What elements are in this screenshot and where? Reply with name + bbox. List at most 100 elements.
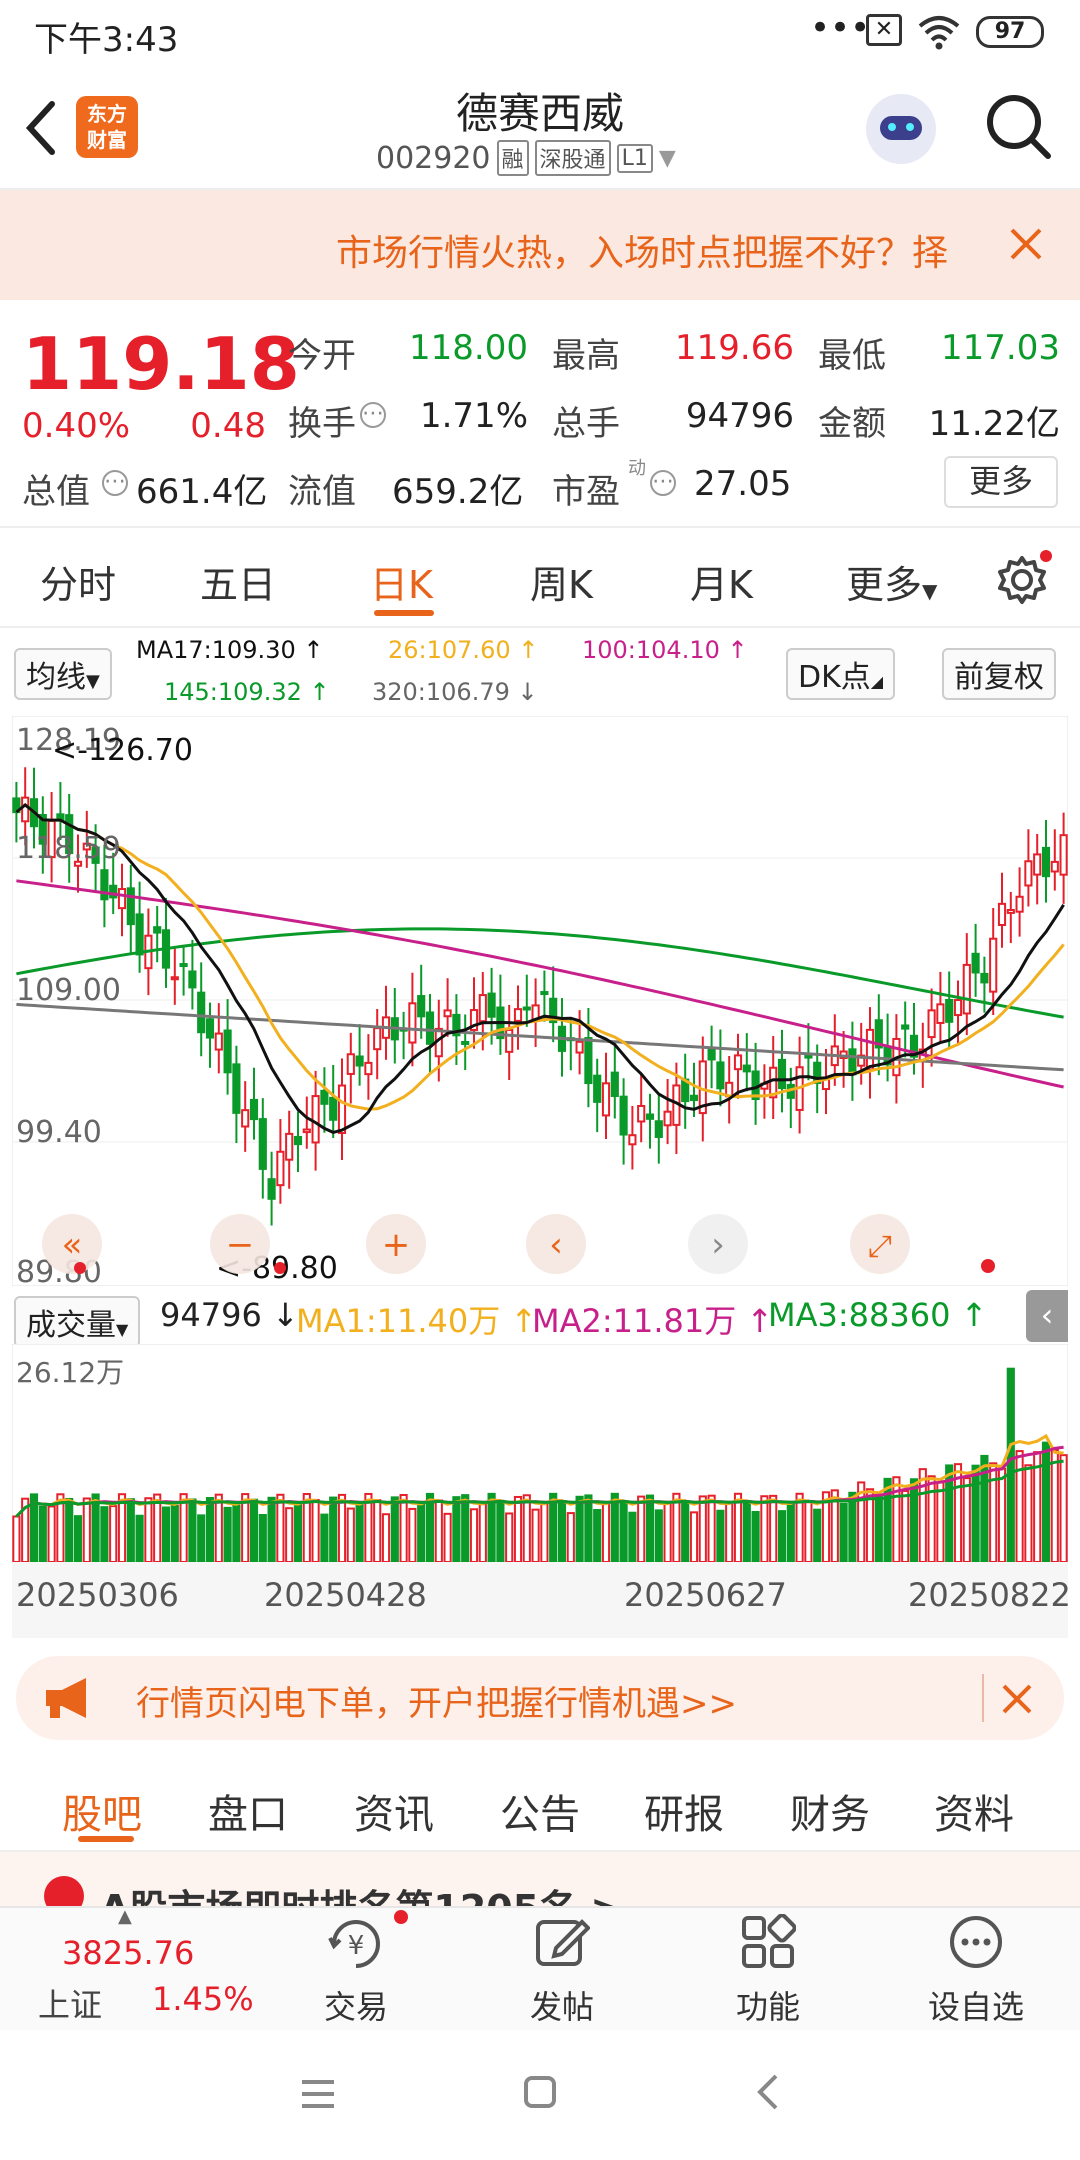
candle (478, 994, 487, 1023)
index-pct[interactable]: 1.45% (152, 1980, 254, 2018)
dock-trade[interactable]: 交易 (286, 1982, 426, 2028)
tab-more[interactable]: 更多▼ (846, 554, 937, 609)
mktcap-label: 总值 (22, 472, 90, 512)
ma17-value: MA17:109.30 ↑ (136, 636, 324, 664)
tab-announcements[interactable]: 公告 (500, 1782, 580, 1840)
promo-text: 行情页闪电下单，开户把握行情机遇>> (136, 1684, 737, 1724)
volume-dropdown[interactable]: 成交量▼ (14, 1296, 141, 1348)
volume-bar (478, 1503, 487, 1562)
dock-post[interactable]: 发帖 (492, 1982, 632, 2028)
candle (302, 1128, 311, 1134)
vol-ma2: MA2:11.81万 ↑ (532, 1302, 774, 1340)
volume-bar (637, 1495, 646, 1562)
search-icon[interactable] (984, 92, 1054, 162)
tab-weekly[interactable]: 周K (530, 554, 593, 609)
volume-bar (760, 1495, 769, 1562)
market-banner[interactable]: 市场行情火热，入场时点把握不好？择 (0, 190, 1080, 300)
candle (1059, 834, 1068, 876)
volume-bar (1059, 1454, 1068, 1562)
info-icon[interactable]: ⋯ (102, 470, 128, 496)
dock-functions[interactable]: 功能 (698, 1982, 838, 2028)
tab-forum[interactable]: 股吧 (62, 1782, 142, 1840)
back-nav-icon[interactable] (752, 2072, 782, 2112)
volume-bar (302, 1493, 311, 1562)
tab-daily[interactable]: 日K (370, 554, 433, 609)
volume-bar (540, 1502, 549, 1562)
more-circle-icon[interactable] (948, 1914, 1004, 1970)
candle (232, 1063, 241, 1114)
home-icon[interactable] (522, 2074, 558, 2110)
tab-research[interactable]: 研报 (644, 1782, 724, 1840)
volume-bar (707, 1494, 716, 1562)
candle (953, 999, 963, 1017)
info-icon[interactable]: ⋯ (650, 470, 676, 496)
candle (522, 1006, 531, 1011)
volume-bar (390, 1496, 399, 1562)
trade-icon[interactable]: ¥ (326, 1914, 386, 1974)
more-quote-button[interactable]: 更多 (944, 456, 1058, 508)
volume-bar (399, 1494, 408, 1562)
volume-bar (355, 1503, 364, 1562)
svg-text:¥: ¥ (348, 1931, 365, 1961)
candle (901, 1024, 910, 1030)
candle (945, 998, 954, 1023)
max-price-note: <-126.70 (52, 733, 193, 768)
candle (355, 1055, 364, 1067)
index-name[interactable]: 上证 (38, 1980, 102, 2026)
settings-gear-icon[interactable] (996, 550, 1052, 606)
volume-max-label: 26.12万 (16, 1356, 124, 1389)
volume-bar (82, 1497, 91, 1562)
candle (293, 1135, 303, 1146)
low-value: 117.03 (941, 328, 1060, 368)
tab-5day[interactable]: 五日 (200, 554, 276, 609)
adjust-mode-button[interactable]: 前复权 (942, 648, 1056, 700)
candle (610, 1071, 619, 1097)
volume-bar (285, 1507, 294, 1562)
volume-bar (179, 1493, 188, 1562)
volume-bar (901, 1490, 910, 1562)
teaser-text: A股市场即时排名第1205名 > (100, 1878, 622, 1906)
candle (927, 1009, 936, 1039)
tab-financials[interactable]: 财务 (790, 1782, 870, 1840)
volume-bar (918, 1468, 927, 1562)
dock-add-watchlist[interactable]: 设自选 (906, 1982, 1046, 2028)
candle (100, 869, 109, 901)
ranking-teaser[interactable]: A股市场即时排名第1205名 > (0, 1852, 1080, 1906)
active-tab-indicator (374, 610, 434, 616)
dk-point-button[interactable]: DK点◢ (786, 648, 896, 700)
candle (593, 1074, 602, 1103)
volume-bar (593, 1509, 602, 1562)
apps-grid-icon[interactable] (740, 1914, 796, 1970)
promo-banner[interactable]: 行情页闪电下单，开户把握行情机遇>> (16, 1656, 1064, 1740)
edit-icon[interactable] (534, 1914, 590, 1970)
info-icon[interactable]: ⋯ (360, 402, 386, 428)
banner-text: 市场行情火热，入场时点把握不好？择 (336, 233, 949, 274)
candle (417, 995, 426, 1018)
ma-dropdown[interactable]: 均线▼ (14, 648, 112, 700)
stock-meta[interactable]: 002920 融 深股通 L1 ▼ (376, 140, 676, 176)
collapse-icon[interactable]: ‹ (1026, 1290, 1068, 1342)
status-bar: 下午3:43 ••• ✕ 97 (0, 0, 1080, 66)
volume-bar (575, 1495, 584, 1562)
close-icon[interactable] (1008, 226, 1044, 262)
candle (689, 1094, 699, 1102)
tab-profile[interactable]: 资料 (934, 1782, 1014, 1840)
pe-sup: 动 (628, 458, 646, 479)
tab-orderbook[interactable]: 盘口 (208, 1782, 288, 1840)
index-value[interactable]: 3825.76 (62, 1934, 194, 1972)
tab-news[interactable]: 资讯 (354, 1782, 434, 1840)
wifi-icon (918, 16, 960, 50)
tab-intraday[interactable]: 分时 (40, 554, 116, 609)
volume-bar (689, 1511, 699, 1562)
tab-monthly[interactable]: 月K (690, 554, 753, 609)
volume-bar (786, 1501, 795, 1562)
volume-bar (733, 1492, 743, 1562)
volume-chart[interactable]: 26.12万 (12, 1344, 1068, 1562)
period-tabs: 分时 五日 日K 周K 月K 更多▼ (0, 528, 1080, 628)
volume-bar (557, 1500, 567, 1562)
robot-avatar-icon[interactable] (866, 94, 936, 164)
menu-icon[interactable] (298, 2076, 338, 2112)
close-icon[interactable] (1000, 1682, 1034, 1716)
candlestick-chart[interactable]: 128.19 118.59 109.00 99.40 89.80 <-126.7… (12, 716, 1068, 1286)
volume-bar (144, 1497, 153, 1562)
